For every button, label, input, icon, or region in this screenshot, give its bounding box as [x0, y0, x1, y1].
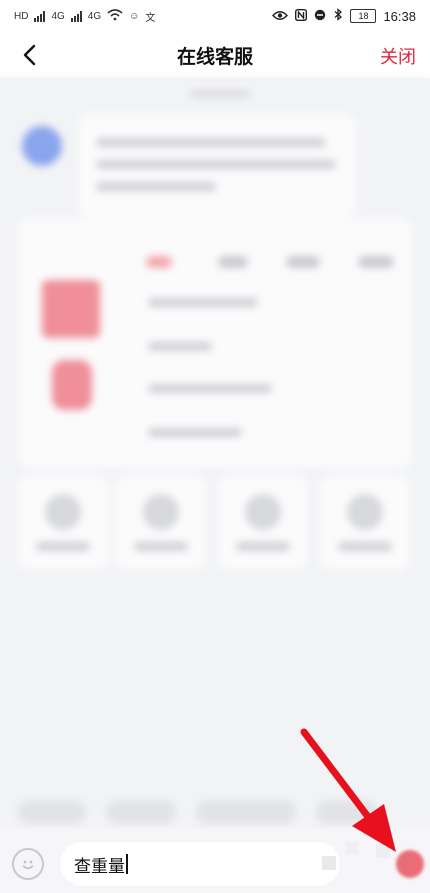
tab-3[interactable]	[286, 256, 320, 268]
shortcut-chip-3[interactable]	[196, 800, 296, 824]
faq-item-4[interactable]	[148, 428, 242, 437]
back-button[interactable]	[14, 40, 44, 70]
tab-4[interactable]	[358, 256, 394, 268]
quick-entry-2[interactable]	[116, 476, 206, 570]
message-input-text: 查重量	[74, 856, 125, 876]
nfc-icon	[295, 8, 308, 24]
shortcut-chip-2[interactable]	[106, 800, 176, 824]
emoji-button[interactable]	[12, 848, 44, 880]
faq-item-2[interactable]	[148, 342, 212, 351]
welcome-message-bubble	[78, 114, 356, 218]
status-left: HD 4G 4G ☺ 文	[14, 8, 156, 24]
promo-image-1	[42, 280, 100, 338]
input-bar: 查重量	[0, 828, 430, 893]
page-title: 在线客服	[176, 46, 253, 68]
pixel-artifact-2	[346, 842, 358, 854]
bluetooth-icon	[333, 8, 343, 24]
network-4g-label-2: 4G	[87, 10, 102, 22]
emoji-icon	[22, 860, 34, 870]
agent-avatar	[22, 126, 62, 166]
faq-item-3[interactable]	[148, 384, 272, 393]
translate-icon: 文	[145, 12, 156, 24]
status-bar: HD 4G 4G ☺ 文 18 16:38	[0, 0, 430, 32]
pixel-artifact	[322, 856, 336, 870]
pixel-artifact-3	[376, 844, 390, 858]
network-4g-label: 4G	[51, 10, 65, 22]
signal-icon	[34, 10, 46, 22]
quick-entry-1[interactable]	[18, 476, 108, 570]
status-right: 18 16:38	[272, 8, 416, 24]
nav-bar: 在线客服 关闭	[0, 32, 430, 78]
chat-area	[0, 78, 430, 828]
message-input[interactable]: 查重量	[60, 842, 340, 886]
quick-entry-3[interactable]	[218, 476, 308, 570]
faq-item-1[interactable]	[148, 298, 258, 307]
chat-timestamp	[190, 90, 250, 98]
wifi-icon	[107, 8, 123, 24]
battery-icon: 18	[350, 9, 377, 23]
text-caret	[126, 854, 128, 874]
mute-icon	[314, 9, 326, 24]
shortcut-chip-1[interactable]	[18, 800, 86, 824]
tab-active[interactable]	[146, 256, 172, 268]
tab-2[interactable]	[218, 256, 248, 268]
back-icon	[23, 44, 36, 66]
send-button[interactable]	[396, 850, 424, 878]
signal-icon-2	[70, 10, 82, 22]
eye-icon	[272, 9, 289, 24]
shortcut-chip-4[interactable]	[316, 800, 376, 824]
quick-entry-4[interactable]	[320, 476, 410, 570]
emoji-status-icon: ☺	[129, 10, 140, 22]
close-button[interactable]: 关闭	[380, 43, 416, 69]
promo-image-2	[52, 360, 92, 410]
faq-card[interactable]	[18, 218, 412, 468]
hd-label: HD	[14, 10, 29, 22]
clock: 16:38	[383, 8, 416, 24]
